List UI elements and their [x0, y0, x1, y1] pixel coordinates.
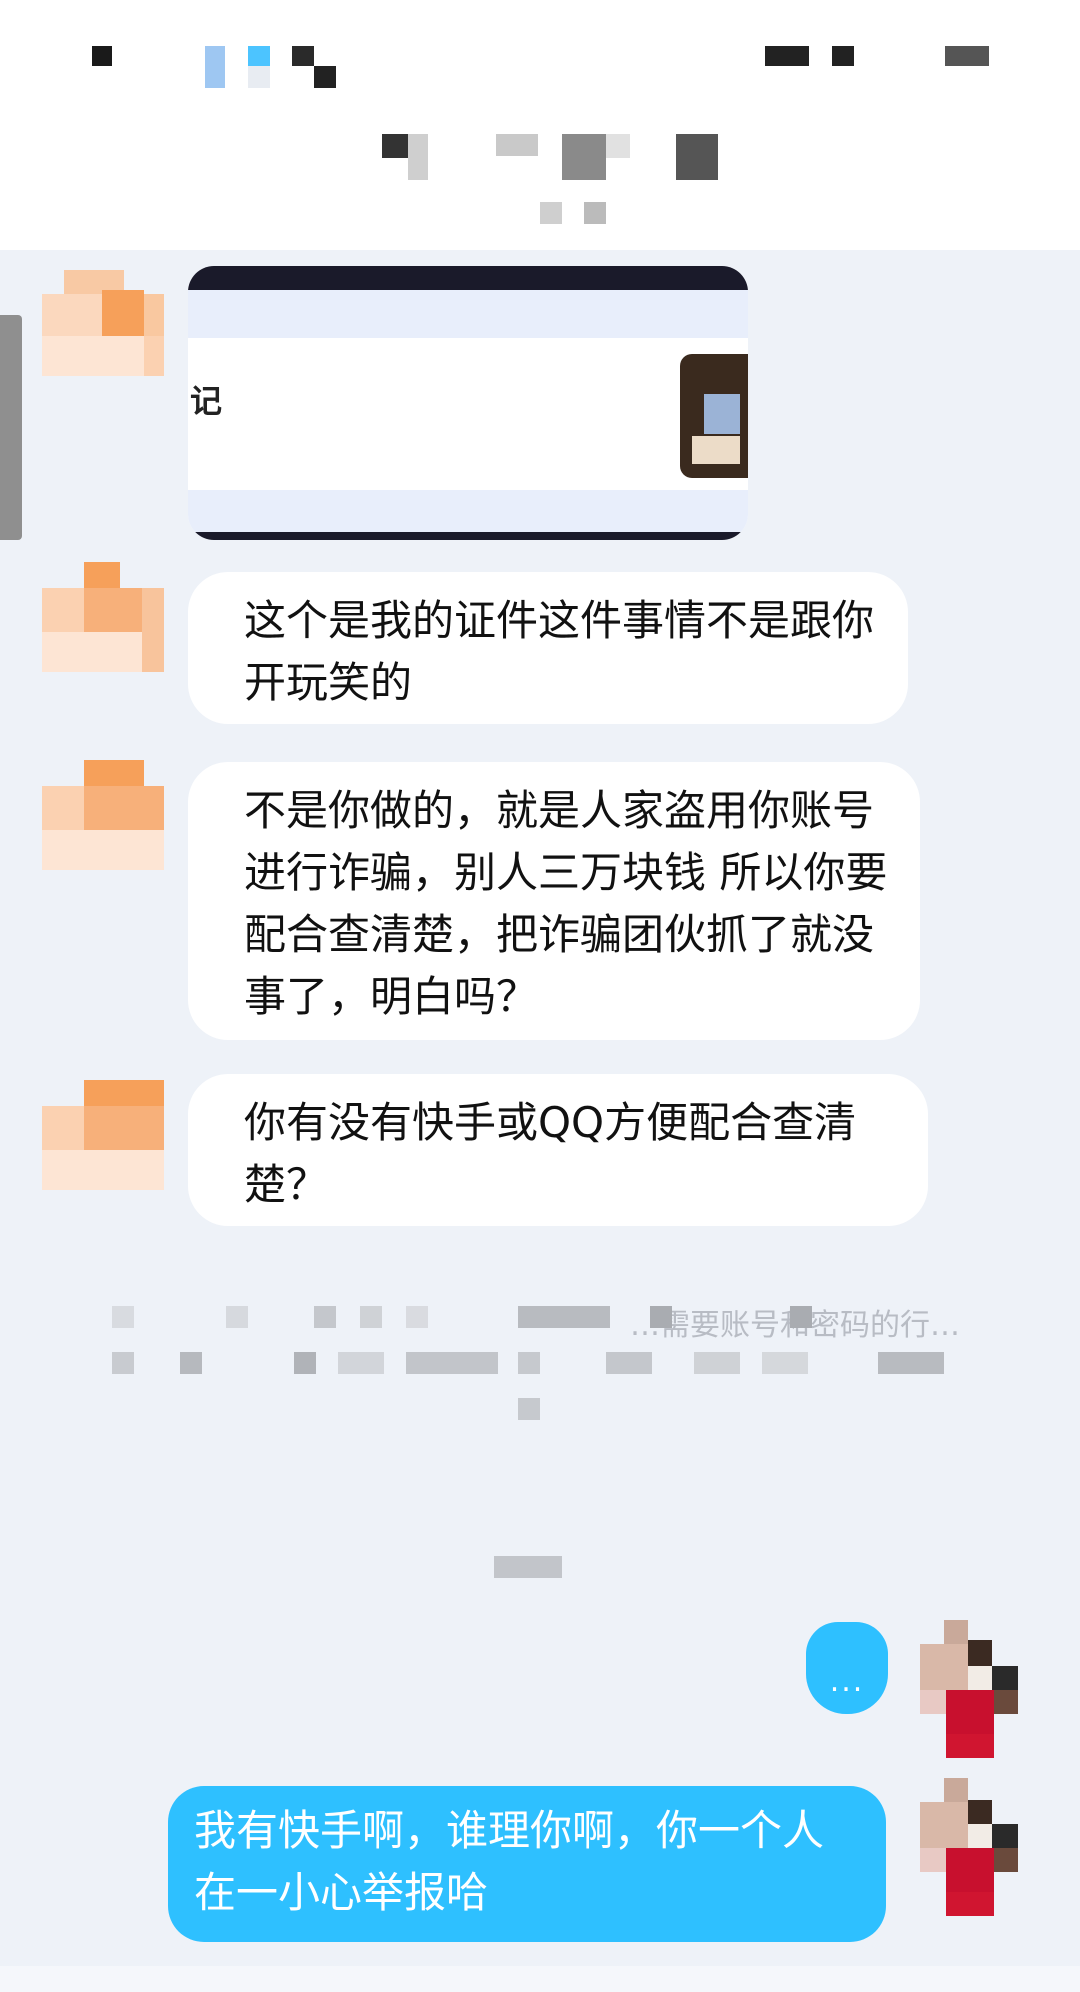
image-caption: 记 [190, 382, 223, 420]
notification-icon [248, 66, 270, 88]
message-text: 这个是我的证件这件事情不是跟你开玩笑的 [244, 596, 875, 707]
status-bar [0, 0, 1080, 110]
avatar[interactable] [42, 270, 167, 395]
avatar[interactable] [42, 562, 167, 687]
avatar[interactable] [42, 1080, 167, 1205]
incoming-message[interactable]: 你有没有快手或QQ方便配合查清楚？ [188, 1074, 928, 1226]
notification-icon [248, 46, 270, 66]
input-bar-edge [0, 1966, 1080, 1992]
signal-icon [765, 46, 809, 66]
avatar[interactable] [42, 760, 167, 885]
contact-name-mosaic [382, 134, 408, 158]
system-notice: …需要账号和密码的行… [110, 1300, 990, 1450]
contact-name-mosaic [606, 134, 630, 158]
id-photo-thumbnail [680, 354, 748, 478]
typing-dots: ... [829, 1664, 865, 1699]
image-message[interactable]: 记 [188, 266, 748, 540]
scrollbar-thumb[interactable] [0, 315, 22, 540]
contact-name-mosaic [676, 134, 718, 180]
contact-name-mosaic [562, 134, 606, 180]
notification-icon [292, 46, 314, 66]
notification-icon [314, 66, 336, 88]
message-text: 我有快手啊，谁理你啊，你一个人在一小心举报哈 [194, 1806, 825, 1917]
avatar[interactable] [920, 1778, 1040, 1918]
contact-name-mosaic [496, 134, 538, 156]
time-mosaic [92, 46, 112, 66]
incoming-message[interactable]: 不是你做的，就是人家盗用你账号进行诈骗，别人三万块钱 所以你要配合查清楚，把诈骗… [188, 762, 920, 1040]
wifi-icon [832, 46, 854, 66]
typing-indicator: ... [806, 1622, 888, 1714]
contact-subtitle-mosaic [584, 202, 606, 224]
outgoing-message[interactable]: 我有快手啊，谁理你啊，你一个人在一小心举报哈 [168, 1786, 886, 1942]
incoming-message[interactable]: 这个是我的证件这件事情不是跟你开玩笑的 [188, 572, 908, 724]
battery-icon [945, 46, 989, 66]
contact-name-mosaic [408, 134, 428, 180]
contact-subtitle-mosaic [540, 202, 562, 224]
avatar[interactable] [920, 1620, 1040, 1760]
chat-header [0, 110, 1080, 250]
timestamp-mosaic [494, 1556, 562, 1578]
message-text: 你有没有快手或QQ方便配合查清楚？ [244, 1098, 857, 1209]
notification-icon [205, 46, 225, 88]
message-text: 不是你做的，就是人家盗用你账号进行诈骗，别人三万块钱 所以你要配合查清楚，把诈骗… [244, 786, 888, 1021]
